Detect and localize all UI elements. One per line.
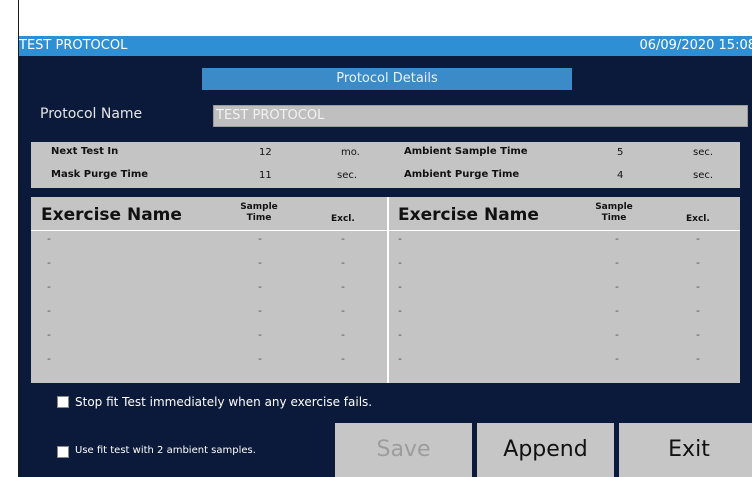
two-ambient-label[interactable]: Use fit test with 2 ambient samples. [75, 445, 256, 456]
ambient-sample-value[interactable]: 5 [617, 147, 623, 158]
table-row-name[interactable]: - [398, 232, 402, 245]
stop-on-fail-checkbox[interactable] [57, 396, 69, 408]
table-row-excl[interactable]: - [341, 352, 345, 365]
table-row-excl[interactable]: - [341, 256, 345, 269]
table-row-name[interactable]: - [398, 352, 402, 365]
sample-time-header-right: Sample Time [594, 202, 634, 224]
table-row-name[interactable]: - [398, 256, 402, 269]
table-row-sample[interactable]: - [615, 304, 619, 317]
next-test-value[interactable]: 12 [259, 147, 272, 158]
protocol-details-window: TEST PROTOCOL 06/09/2020 15:08 Protocol … [19, 36, 752, 477]
title-bar: TEST PROTOCOL 06/09/2020 15:08 [19, 36, 752, 56]
table-row-excl[interactable]: - [696, 232, 700, 245]
table-row-sample[interactable]: - [615, 256, 619, 269]
ambient-purge-label: Ambient Purge Time [404, 169, 520, 180]
table-row-sample[interactable]: - [615, 328, 619, 341]
table-row-excl[interactable]: - [341, 304, 345, 317]
exercise-name-header-right: Exercise Name [398, 205, 539, 225]
table-row-name[interactable]: - [398, 304, 402, 317]
table-row-name[interactable]: - [398, 280, 402, 293]
exit-button[interactable]: Exit [619, 423, 752, 477]
table-row-excl[interactable]: - [696, 256, 700, 269]
table-row-name[interactable]: - [47, 280, 51, 293]
table-row-sample[interactable]: - [615, 352, 619, 365]
sample-time-header-left: Sample Time [239, 202, 279, 224]
sample-time-header-right-line1: Sample [595, 202, 633, 212]
table-row-name[interactable]: - [47, 352, 51, 365]
table-row-excl[interactable]: - [341, 328, 345, 341]
next-test-label: Next Test In [51, 146, 119, 157]
exercise-name-header-left: Exercise Name [41, 205, 182, 225]
protocol-name-label: Protocol Name [40, 106, 143, 122]
mask-purge-value[interactable]: 11 [259, 170, 272, 181]
table-row-name[interactable]: - [47, 304, 51, 317]
save-button[interactable]: Save [335, 423, 472, 477]
next-test-unit: mo. [341, 147, 360, 158]
exercise-tables: Exercise Name Sample Time Excl. Exercise… [31, 197, 740, 383]
table-row-sample[interactable]: - [258, 304, 262, 317]
table-divider [387, 197, 389, 383]
table-row-sample[interactable]: - [615, 280, 619, 293]
table-row-sample[interactable]: - [258, 328, 262, 341]
append-button[interactable]: Append [477, 423, 614, 477]
mask-purge-label: Mask Purge Time [51, 169, 149, 180]
table-row-excl[interactable]: - [696, 352, 700, 365]
header-separator [31, 230, 740, 231]
table-row-name[interactable]: - [398, 328, 402, 341]
protocol-parameters-panel: Next Test In 12 mo. Mask Purge Time 11 s… [31, 142, 740, 188]
ambient-sample-label: Ambient Sample Time [404, 146, 528, 157]
table-row-excl[interactable]: - [341, 280, 345, 293]
two-ambient-checkbox[interactable] [57, 446, 69, 458]
window-title: TEST PROTOCOL [19, 38, 128, 53]
mask-purge-unit: sec. [337, 170, 358, 181]
table-row-name[interactable]: - [47, 232, 51, 245]
table-row-excl[interactable]: - [341, 232, 345, 245]
table-row-sample[interactable]: - [258, 352, 262, 365]
table-row-sample[interactable]: - [258, 256, 262, 269]
stop-on-fail-label[interactable]: Stop fit Test immediately when any exerc… [75, 395, 372, 409]
table-row-name[interactable]: - [47, 328, 51, 341]
sample-time-header-left-line2: Time [246, 213, 272, 223]
sample-time-header-right-line2: Time [601, 213, 627, 223]
sample-time-header-left-line1: Sample [240, 202, 278, 212]
excl-header-left: Excl. [331, 214, 355, 224]
table-row-sample[interactable]: - [615, 232, 619, 245]
ambient-purge-value[interactable]: 4 [617, 170, 623, 181]
table-row-sample[interactable]: - [258, 232, 262, 245]
table-row-excl[interactable]: - [696, 328, 700, 341]
datetime-display: 06/09/2020 15:08 [639, 38, 752, 53]
table-row-sample[interactable]: - [258, 280, 262, 293]
table-row-excl[interactable]: - [696, 304, 700, 317]
ambient-sample-unit: sec. [693, 147, 714, 158]
ambient-purge-unit: sec. [693, 170, 714, 181]
protocol-name-field[interactable]: TEST PROTOCOL [213, 105, 748, 127]
section-header: Protocol Details [202, 68, 572, 90]
excl-header-right: Excl. [686, 214, 710, 224]
table-row-name[interactable]: - [47, 256, 51, 269]
table-row-excl[interactable]: - [696, 280, 700, 293]
